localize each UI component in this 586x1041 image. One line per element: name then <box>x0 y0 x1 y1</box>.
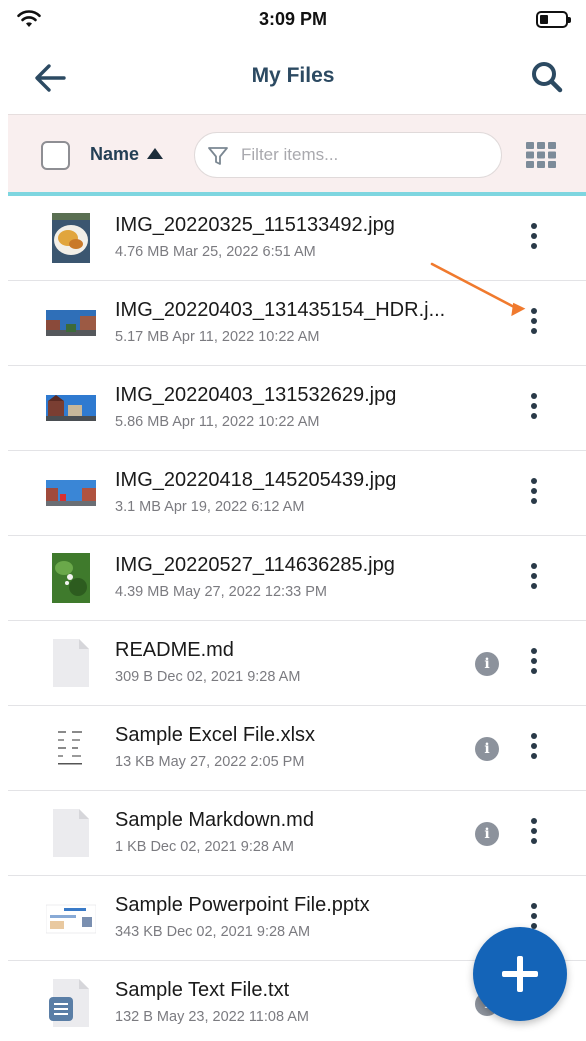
sort-label: Name <box>90 144 140 164</box>
file-name: Sample Excel File.xlsx <box>115 724 316 746</box>
file-meta: 5.17 MB Apr 11, 2022 10:22 AM <box>115 329 320 345</box>
photo-thumbnail-icon <box>52 213 90 263</box>
status-bar: 3:09 PM <box>0 0 586 42</box>
file-name: IMG_20220325_115133492.jpg <box>115 214 395 236</box>
file-meta: 4.76 MB Mar 25, 2022 6:51 AM <box>115 244 316 260</box>
file-meta: 1 KB Dec 02, 2021 9:28 AM <box>115 839 294 855</box>
sort-by-name-button[interactable]: Name <box>90 144 164 165</box>
slides-preview-icon <box>46 904 96 934</box>
info-icon[interactable]: i <box>475 822 499 846</box>
file-row[interactable]: Sample Markdown.md 1 KB Dec 02, 2021 9:2… <box>8 791 586 876</box>
file-row[interactable]: Sample Excel File.xlsx 13 KB May 27, 202… <box>8 706 586 791</box>
file-meta: 13 KB May 27, 2022 2:05 PM <box>115 754 305 770</box>
grid-view-icon[interactable] <box>526 142 556 168</box>
file-icon <box>53 809 89 857</box>
file-meta: 5.86 MB Apr 11, 2022 10:22 AM <box>115 414 320 430</box>
more-options-icon[interactable] <box>527 563 537 595</box>
info-icon[interactable]: i <box>475 652 499 676</box>
file-row[interactable]: README.md 309 B Dec 02, 2021 9:28 AM i <box>8 621 586 706</box>
filter-icon <box>208 147 228 165</box>
file-name: README.md <box>115 639 234 661</box>
filter-box[interactable] <box>194 132 502 178</box>
file-name: Sample Text File.txt <box>115 979 290 1001</box>
file-row[interactable]: IMG_20220403_131532629.jpg 5.86 MB Apr 1… <box>8 366 586 451</box>
file-row[interactable]: IMG_20220527_114636285.jpg 4.39 MB May 2… <box>8 536 586 621</box>
photo-thumbnail-icon <box>46 395 96 421</box>
file-row[interactable]: IMG_20220418_145205439.jpg 3.1 MB Apr 19… <box>8 451 586 536</box>
more-options-icon[interactable] <box>527 733 537 765</box>
file-name: IMG_20220403_131435154_HDR.j... <box>115 299 446 321</box>
status-time: 3:09 PM <box>258 9 328 29</box>
file-name: Sample Markdown.md <box>115 809 314 831</box>
more-options-icon[interactable] <box>527 223 537 255</box>
select-all-checkbox[interactable] <box>41 141 70 170</box>
photo-thumbnail-icon <box>46 310 96 336</box>
photo-thumbnail-icon <box>46 480 96 506</box>
sort-ascending-icon <box>147 148 164 159</box>
add-fab-button[interactable] <box>473 927 567 1021</box>
file-name: Sample Powerpoint File.pptx <box>115 894 370 916</box>
battery-icon <box>536 11 571 28</box>
more-options-icon[interactable] <box>527 393 537 425</box>
file-meta: 3.1 MB Apr 19, 2022 6:12 AM <box>115 499 305 515</box>
file-row[interactable]: IMG_20220325_115133492.jpg 4.76 MB Mar 2… <box>8 196 586 281</box>
spreadsheet-preview-icon <box>56 725 86 771</box>
file-meta: 343 KB Dec 02, 2021 9:28 AM <box>115 924 311 940</box>
filter-input[interactable] <box>241 133 491 177</box>
search-icon[interactable] <box>528 58 566 96</box>
file-name: IMG_20220418_145205439.jpg <box>115 469 397 491</box>
file-list: IMG_20220325_115133492.jpg 4.76 MB Mar 2… <box>8 196 586 1041</box>
file-meta: 309 B Dec 02, 2021 9:28 AM <box>115 669 301 685</box>
page-title: My Files <box>251 64 335 87</box>
file-meta: 4.39 MB May 27, 2022 12:33 PM <box>115 584 327 600</box>
file-row[interactable]: IMG_20220403_131435154_HDR.j... 5.17 MB … <box>8 281 586 366</box>
more-options-icon[interactable] <box>527 478 537 510</box>
more-options-icon[interactable] <box>527 648 537 680</box>
file-meta: 132 B May 23, 2022 11:08 AM <box>115 1009 310 1025</box>
file-name: IMG_20220527_114636285.jpg <box>115 554 395 576</box>
list-toolbar: Name <box>8 114 586 194</box>
more-options-icon[interactable] <box>527 818 537 850</box>
text-file-icon <box>49 979 89 1027</box>
photo-thumbnail-icon <box>52 553 90 603</box>
file-name: IMG_20220403_131532629.jpg <box>115 384 397 406</box>
info-icon[interactable]: i <box>475 737 499 761</box>
more-options-icon[interactable] <box>527 308 537 340</box>
file-icon <box>53 639 89 687</box>
app-header: My Files <box>0 42 586 114</box>
